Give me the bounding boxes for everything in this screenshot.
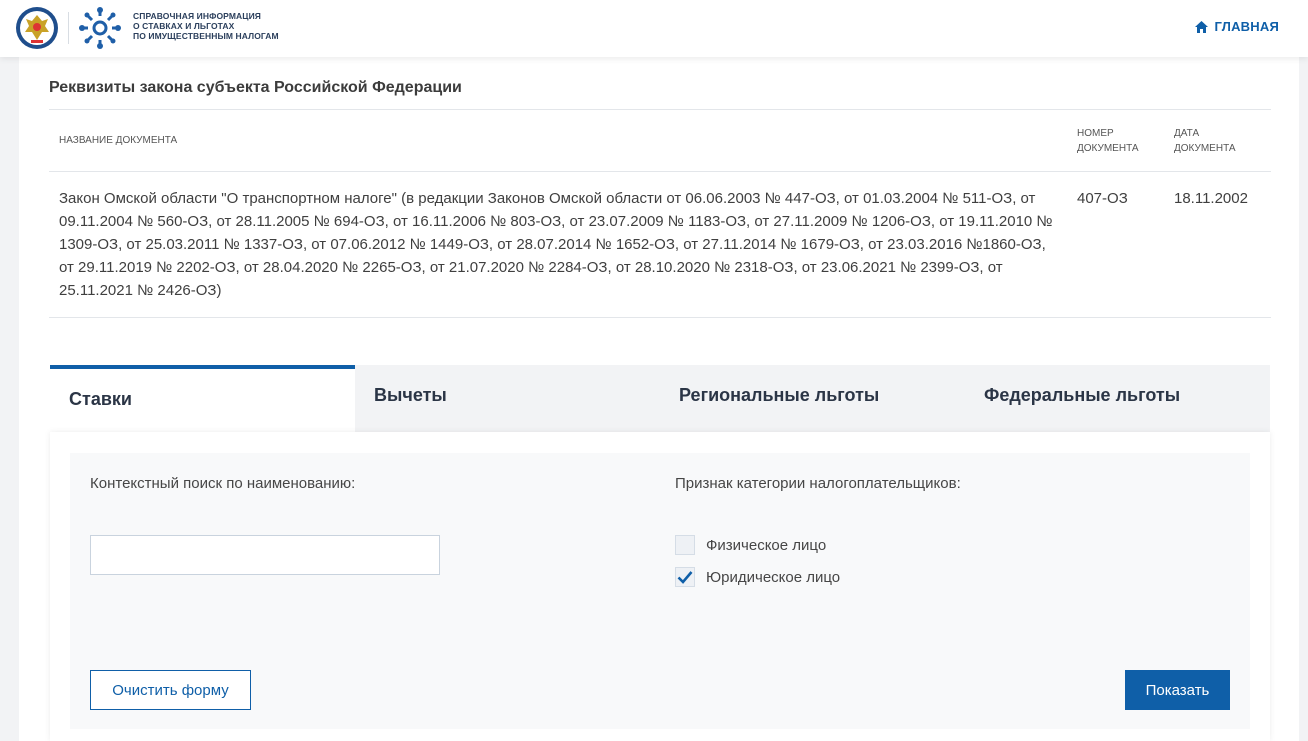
logo-separator [68, 12, 69, 44]
column-header-date[interactable]: ДАТА ДОКУМЕНТА [1164, 109, 1271, 172]
tab-regional-benefits[interactable]: Региональные льготы [660, 365, 965, 432]
column-header-number[interactable]: НОМЕР ДОКУМЕНТА [1067, 109, 1164, 172]
fns-logo-icon[interactable] [78, 6, 122, 50]
column-header-name[interactable]: НАЗВАНИЕ ДОКУМЕНТА [49, 109, 1067, 172]
law-details-table: НАЗВАНИЕ ДОКУМЕНТА НОМЕР ДОКУМЕНТА ДАТА … [49, 109, 1271, 318]
logo-line: по имущественным налогам [133, 31, 279, 41]
category-label: Признак категории налогоплательщиков: [675, 475, 961, 492]
tab-rates[interactable]: Ставки [50, 365, 355, 432]
home-link[interactable]: ГЛАВНАЯ [1194, 19, 1279, 34]
checkbox-box[interactable] [675, 567, 695, 587]
emblem-logo-icon[interactable] [15, 6, 59, 50]
section-title: Реквизиты закона субъекта Российской Фед… [49, 79, 462, 96]
column-header-number-text: НОМЕР ДОКУМЕНТА [1077, 127, 1139, 154]
table-header-row: НАЗВАНИЕ ДОКУМЕНТА НОМЕР ДОКУМЕНТА ДАТА … [49, 109, 1271, 172]
document-date-cell: 18.11.2002 [1164, 171, 1271, 318]
filter-panel-wrapper: Контекстный поиск по наименованию: Призн… [50, 432, 1270, 741]
checkbox-individual[interactable]: Физическое лицо [675, 535, 826, 555]
tab-federal-benefits[interactable]: Федеральные льготы [965, 365, 1270, 432]
home-icon [1194, 20, 1208, 33]
site-logo-text[interactable]: Справочная информация о ставках и льгота… [133, 11, 293, 41]
search-label: Контекстный поиск по наименованию: [90, 475, 356, 492]
search-input[interactable] [90, 535, 440, 575]
tab-label: Вычеты [374, 385, 447, 405]
main-content: Реквизиты закона субъекта Российской Фед… [19, 57, 1299, 741]
table-row: Закон Омской области "О транспортном нал… [49, 171, 1271, 318]
tab-label: Федеральные льготы [984, 385, 1181, 405]
checkmark-icon [677, 571, 693, 584]
tabs-bar: Ставки Вычеты Региональные льготы Федера… [50, 365, 1270, 432]
column-header-date-text: ДАТА ДОКУМЕНТА [1174, 127, 1236, 154]
scrollbar-track[interactable] [1299, 57, 1308, 741]
show-button[interactable]: Показать [1125, 670, 1230, 710]
document-name-cell: Закон Омской области "О транспортном нал… [49, 171, 1067, 318]
logo-line: о ставках и льготах [133, 21, 235, 31]
filter-panel: Контекстный поиск по наименованию: Призн… [70, 453, 1250, 729]
checkbox-legal-entity[interactable]: Юридическое лицо [675, 567, 840, 587]
checkbox-label: Физическое лицо [706, 536, 827, 554]
tab-deductions[interactable]: Вычеты [355, 365, 660, 432]
tab-label: Региональные льготы [679, 385, 880, 405]
checkbox-box[interactable] [675, 535, 695, 555]
clear-form-button[interactable]: Очистить форму [90, 670, 251, 710]
document-number-cell: 407-ОЗ [1067, 171, 1164, 318]
logo-line: Справочная информация [133, 11, 261, 21]
top-header: Справочная информация о ставках и льгота… [0, 0, 1308, 57]
checkbox-label: Юридическое лицо [706, 568, 841, 586]
tab-label: Ставки [69, 389, 132, 409]
home-link-label: ГЛАВНАЯ [1214, 19, 1279, 34]
